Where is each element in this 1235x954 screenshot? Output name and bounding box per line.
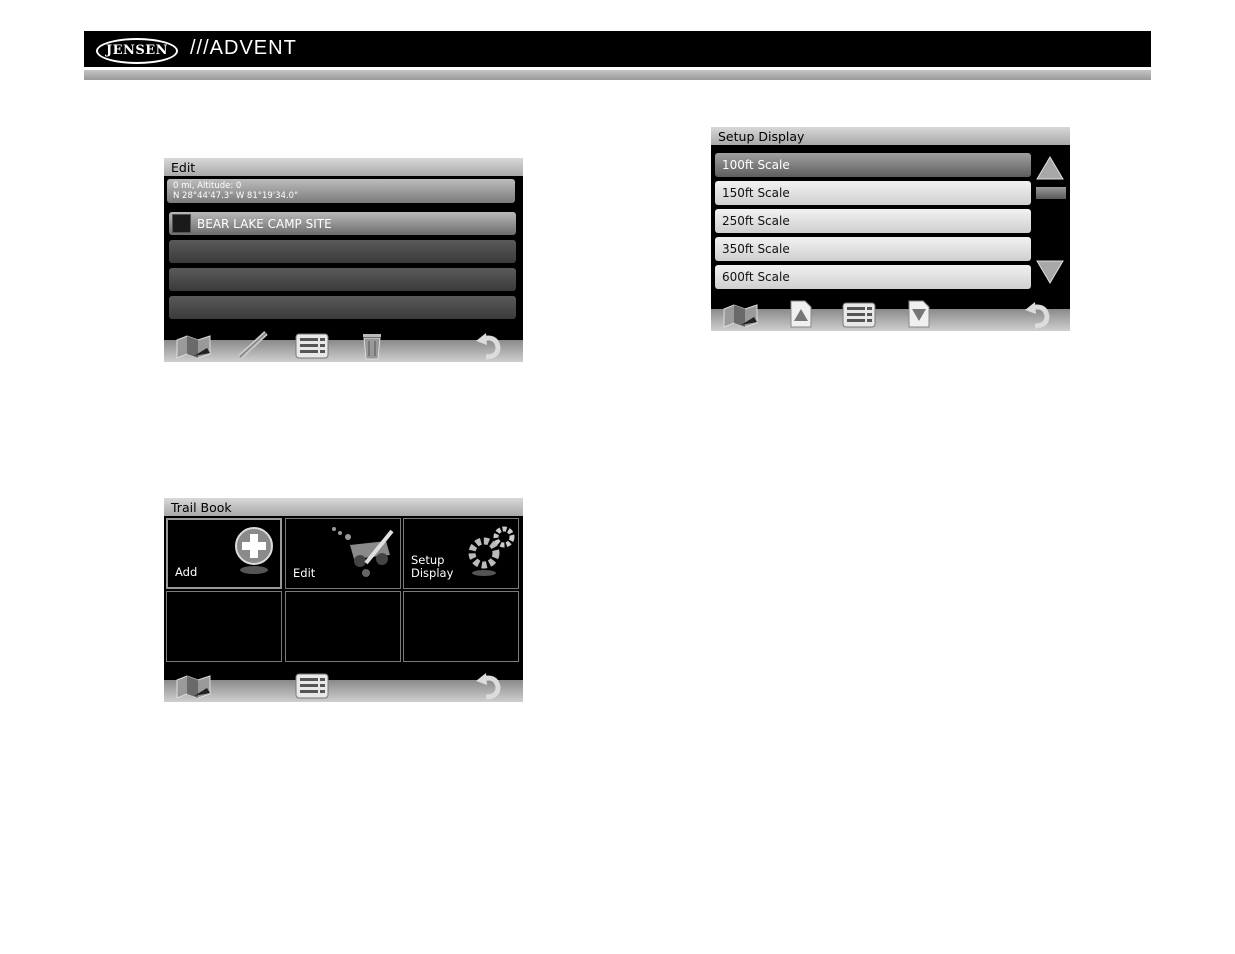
- scale-option-600ft[interactable]: 600ft Scale: [715, 265, 1031, 289]
- scroll-up-icon[interactable]: [1035, 155, 1065, 181]
- screen-title: Edit: [164, 158, 523, 176]
- map-icon[interactable]: [174, 674, 214, 702]
- map-icon[interactable]: [174, 334, 214, 362]
- advent-logo: ///ADVENT: [190, 37, 297, 59]
- checkbox[interactable]: [172, 214, 191, 233]
- scale-option-350ft[interactable]: 350ft Scale: [715, 237, 1031, 261]
- setup-display-cell[interactable]: Setup Display: [403, 518, 519, 589]
- map-icon[interactable]: [721, 303, 761, 331]
- empty-cell: [403, 591, 519, 662]
- page-up-icon[interactable]: [789, 299, 813, 329]
- trail-item-label: BEAR LAKE CAMP SITE: [197, 217, 332, 231]
- cell-label: Edit: [293, 566, 316, 580]
- trail-book-screen: Trail Book Add Edit Setup Display: [164, 498, 523, 702]
- edit-vehicle-icon: [332, 527, 394, 577]
- distance-altitude: 0 mi, Altitude: 0: [173, 181, 242, 191]
- scale-option-150ft[interactable]: 150ft Scale: [715, 181, 1031, 205]
- trail-item-row[interactable]: [169, 268, 516, 291]
- scrollbar-thumb[interactable]: [1036, 187, 1066, 199]
- scroll-down-icon[interactable]: [1035, 259, 1065, 285]
- add-cell[interactable]: Add: [166, 518, 282, 589]
- cell-label: Add: [175, 565, 198, 579]
- add-icon: [235, 527, 273, 574]
- list-icon[interactable]: [841, 301, 879, 329]
- edit-cell[interactable]: Edit: [285, 518, 401, 589]
- coordinates: N 28°44'47.3" W 81°19'34.0": [173, 191, 298, 201]
- trail-item-row[interactable]: BEAR LAKE CAMP SITE: [169, 212, 516, 235]
- back-arrow-icon[interactable]: [474, 331, 504, 361]
- edit-screen: Edit 0 mi, Altitude: 0 N 28°44'47.3" W 8…: [164, 158, 523, 362]
- back-arrow-icon[interactable]: [474, 671, 504, 701]
- trash-icon[interactable]: [360, 331, 384, 361]
- screen-title: Trail Book: [164, 498, 523, 516]
- list-icon[interactable]: [294, 672, 332, 700]
- trail-item-row[interactable]: [169, 296, 516, 319]
- jensen-logo: JENSEN: [96, 38, 178, 64]
- bottom-toolbar: [711, 300, 1070, 331]
- empty-cell: [285, 591, 401, 662]
- scale-option-100ft[interactable]: 100ft Scale: [715, 153, 1031, 177]
- bottom-toolbar: [164, 331, 523, 362]
- position-info: 0 mi, Altitude: 0 N 28°44'47.3" W 81°19'…: [167, 179, 515, 203]
- pencil-icon[interactable]: [236, 330, 272, 360]
- gears-icon: [468, 526, 515, 576]
- header-divider: [84, 70, 1151, 80]
- setup-display-screen: Setup Display 100ft Scale 150ft Scale 25…: [711, 127, 1070, 331]
- list-icon[interactable]: [294, 332, 332, 360]
- bottom-toolbar: [164, 673, 523, 702]
- back-arrow-icon[interactable]: [1023, 300, 1053, 330]
- trail-item-row[interactable]: [169, 240, 516, 263]
- page-down-icon[interactable]: [907, 299, 931, 329]
- manual-header: JENSEN ///ADVENT: [84, 31, 1151, 67]
- empty-cell: [166, 591, 282, 662]
- scale-option-250ft[interactable]: 250ft Scale: [715, 209, 1031, 233]
- cell-label: Setup Display: [411, 553, 454, 580]
- screen-title: Setup Display: [711, 127, 1070, 145]
